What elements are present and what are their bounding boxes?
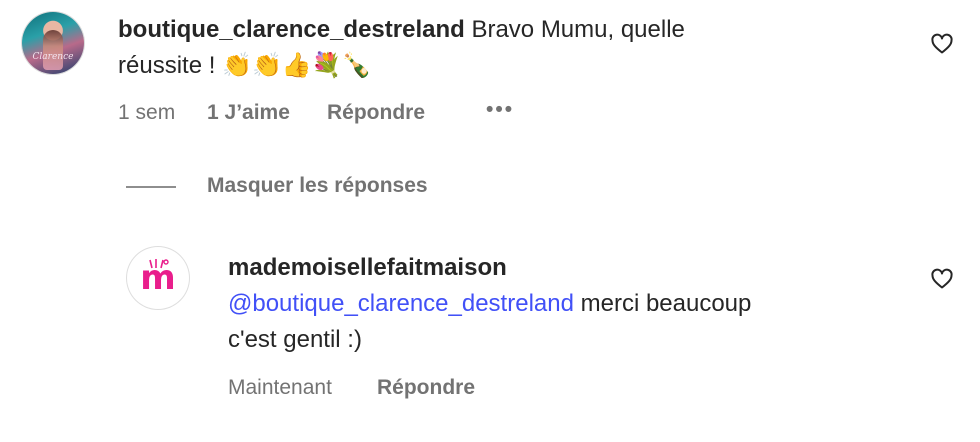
comment-text: Bravo Mumu, quelle [471,16,685,43]
reply-button[interactable]: Répondre [377,376,475,400]
thumbs-up-emoji: 👍 [281,52,312,79]
more-options-icon[interactable]: ••• [486,98,514,122]
reply-time: Maintenant [228,376,332,399]
reply-body: mademoisellefaitmaison @boutique_clarenc… [228,250,908,358]
brand-logo: m [140,258,176,298]
mention-link[interactable]: @boutique_clarence_destreland [228,290,574,317]
reply-button[interactable]: Répondre [327,101,425,125]
comment-time: 1 sem [118,101,176,124]
reply-text: merci beaucoup [573,290,752,317]
bouquet-emoji: 💐 [311,52,342,79]
comment-username[interactable]: boutique_clarence_destreland [118,16,465,43]
like-heart-icon[interactable] [930,32,954,56]
avatar-figure [43,30,63,70]
hide-replies-button[interactable]: Masquer les réponses [207,174,428,198]
clap-emoji: 👏 [222,52,252,79]
avatar[interactable]: m [127,247,189,309]
comment-likes[interactable]: 1 J’aime [207,101,290,125]
comment-text-line2: réussite ! [118,52,216,79]
champagne-emoji: 🍾 [341,52,372,79]
avatar-caption: Clarence [32,52,74,62]
clap-emoji: 👏 [251,52,282,79]
avatar[interactable]: Clarence [22,12,84,74]
reply-username[interactable]: mademoisellefaitmaison [228,254,507,281]
reply-text-line2: c'est gentil :) [228,326,362,353]
replies-divider [126,186,176,188]
comment-body: boutique_clarence_destreland Bravo Mumu,… [118,12,918,84]
like-heart-icon[interactable] [930,267,954,291]
